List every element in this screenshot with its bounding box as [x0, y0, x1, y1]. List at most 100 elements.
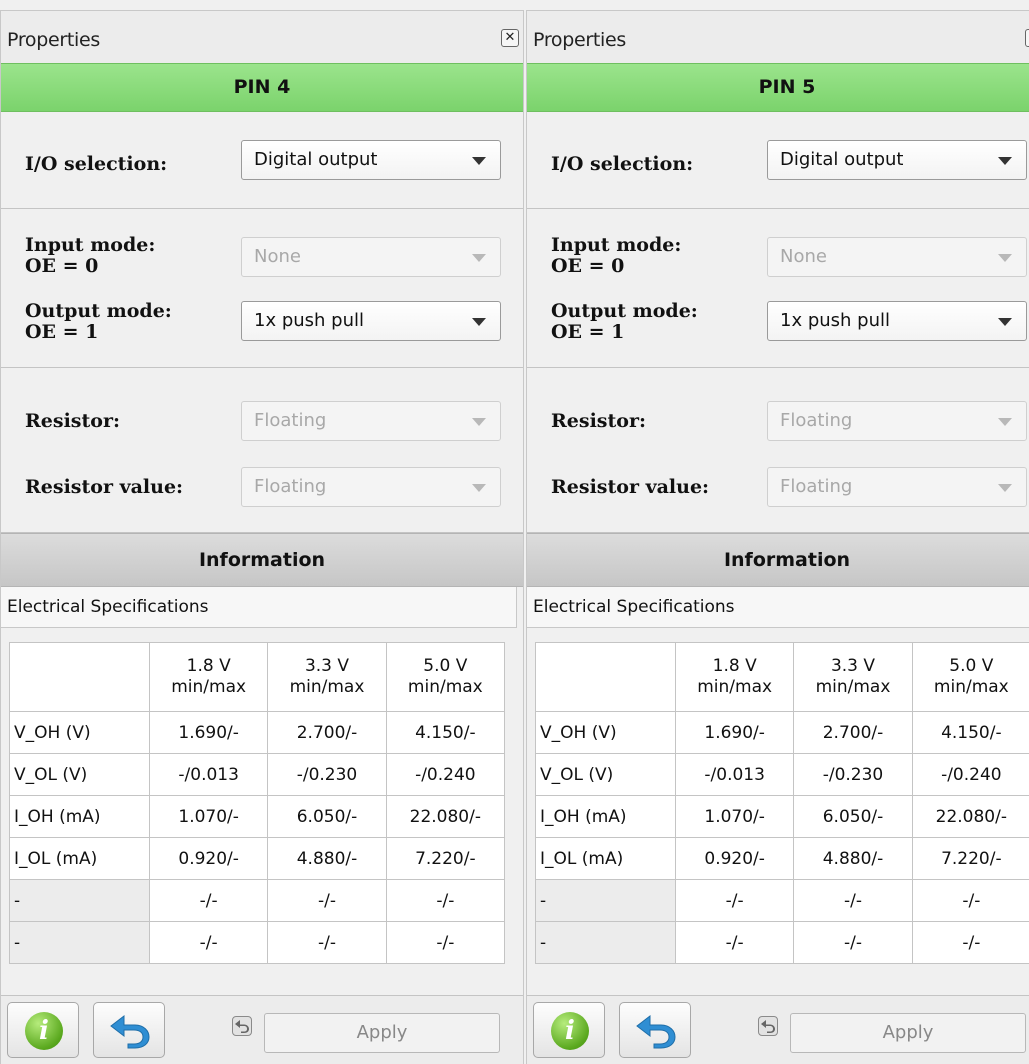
table-cell: 7.220/- — [385, 837, 506, 880]
information-header: Information — [1, 533, 523, 587]
row-label: I_OL (mA) — [9, 837, 150, 880]
input-mode-label-line1: Input mode: — [25, 234, 156, 256]
output-mode-label: Output mode: OE = 1 — [551, 301, 698, 343]
io-selection-value: Digital output — [254, 149, 378, 170]
input-mode-dropdown[interactable]: None — [241, 237, 501, 277]
table-row: V_OL (V) -/0.013 -/0.230 -/0.240 — [9, 753, 506, 796]
io-section: I/O selection: Digital output — [527, 112, 1029, 209]
column-header-voltage: 3.3 V — [830, 656, 876, 676]
chevron-down-icon — [472, 418, 486, 426]
info-button[interactable]: i — [533, 1002, 605, 1058]
output-mode-label-line2: OE = 1 — [551, 321, 625, 343]
column-header-voltage: 5.0 V — [949, 656, 994, 676]
row-label: I_OL (mA) — [535, 837, 676, 880]
column-header: 1.8 Vmin/max — [148, 642, 269, 712]
close-icon[interactable]: ✕ — [501, 29, 519, 47]
io-selection-label: I/O selection: — [25, 153, 168, 175]
io-selection-label: I/O selection: — [551, 153, 694, 175]
input-mode-label: Input mode: OE = 0 — [25, 235, 155, 277]
column-header-unit: min/max — [815, 677, 891, 697]
electrical-specifications-title: Electrical Specifications — [1, 587, 517, 628]
table-cell: 22.080/- — [911, 795, 1029, 838]
chevron-down-icon — [998, 157, 1012, 165]
table-header-row: 1.8 V min/max 3.3 Vmin/max 5.0 Vmin/max — [535, 642, 1029, 712]
row-label: V_OL (V) — [9, 753, 150, 796]
input-mode-value: None — [254, 246, 301, 267]
io-section: I/O selection: Digital output — [1, 112, 523, 209]
table-row: I_OH (mA) 1.070/- 6.050/- 22.080/- — [535, 795, 1029, 838]
table-cell: -/0.230 — [267, 753, 387, 796]
column-header-unit: min/max — [407, 677, 483, 697]
resistor-dropdown[interactable]: Floating — [767, 401, 1027, 441]
table-cell: -/- — [793, 879, 913, 922]
column-header: 3.3 Vmin/max — [267, 642, 387, 712]
resistor-dropdown-value: Floating — [780, 410, 853, 431]
resistor-section: Resistor: Floating Resistor value: Float… — [1, 368, 523, 533]
spec-table-area: 1.8 Vmin/max 3.3 Vmin/max 5.0 Vmin/max V… — [1, 628, 523, 973]
table-corner-cell — [9, 642, 150, 712]
output-mode-label-line2: OE = 1 — [25, 321, 99, 343]
chevron-down-icon — [998, 418, 1012, 426]
column-header-voltage: 1.8 V — [712, 656, 757, 676]
undo-button[interactable] — [619, 1002, 691, 1058]
revert-icon[interactable] — [232, 1016, 252, 1036]
information-header: Information — [527, 533, 1029, 587]
table-cell: -/0.240 — [385, 753, 506, 796]
resistor-dropdown[interactable]: Floating — [241, 401, 501, 441]
undo-icon — [110, 1014, 150, 1049]
chevron-down-icon — [998, 484, 1012, 492]
column-header-voltage: 3.3 V — [304, 656, 350, 676]
bottom-toolbar: i Apply — [1, 995, 523, 1064]
chevron-down-icon — [472, 318, 486, 326]
spec-table: 1.8 V min/max 3.3 Vmin/max 5.0 Vmin/max V… — [535, 642, 1029, 964]
resistor-section: Resistor: Floating Resistor value: Float… — [527, 368, 1029, 533]
output-mode-label: Output mode: OE = 1 — [25, 301, 172, 343]
info-button[interactable]: i — [7, 1002, 79, 1058]
column-header: 5.0 Vmin/max — [911, 642, 1029, 712]
electrical-specifications-title: Electrical Specifications — [527, 587, 1029, 628]
panel-title: Properties — [533, 29, 627, 51]
table-cell: -/- — [267, 879, 387, 922]
small-undo-icon — [761, 1020, 775, 1033]
table-row: - -/- -/- -/- — [535, 921, 1029, 964]
output-mode-dropdown[interactable]: 1x push pull — [767, 301, 1027, 341]
io-selection-dropdown[interactable]: Digital output — [241, 140, 501, 180]
io-selection-value: Digital output — [780, 149, 904, 170]
chevron-down-icon — [472, 157, 486, 165]
revert-icon[interactable] — [758, 1016, 778, 1036]
close-icon[interactable]: ✕ — [1025, 29, 1029, 47]
resistor-value-dropdown[interactable]: Floating — [241, 467, 501, 507]
chevron-down-icon — [472, 484, 486, 492]
resistor-value-dropdown[interactable]: Floating — [767, 467, 1027, 507]
row-label: - — [535, 879, 676, 922]
mode-section: Input mode: OE = 0 None Output mode: OE … — [527, 209, 1029, 368]
table-row: - -/- -/- -/- — [9, 879, 506, 922]
output-mode-value: 1x push pull — [254, 310, 365, 331]
undo-button[interactable] — [93, 1002, 165, 1058]
apply-button[interactable]: Apply — [264, 1013, 500, 1053]
table-cell: 6.050/- — [267, 795, 387, 838]
column-header: 3.3 Vmin/max — [793, 642, 913, 712]
pin-header: PIN 5 — [527, 63, 1029, 112]
input-mode-label-line2: OE = 0 — [551, 255, 625, 277]
column-header-unit: min/max — [171, 677, 247, 697]
properties-panel-pin-5: Properties ✕ PIN 5 I/O selection: Digita… — [526, 10, 1029, 1064]
io-selection-dropdown[interactable]: Digital output — [767, 140, 1027, 180]
input-mode-label-line2: OE = 0 — [25, 255, 99, 277]
spec-table: 1.8 Vmin/max 3.3 Vmin/max 5.0 Vmin/max V… — [9, 642, 506, 964]
output-mode-dropdown[interactable]: 1x push pull — [241, 301, 501, 341]
table-cell: -/- — [148, 879, 269, 922]
bottom-toolbar: i Apply — [527, 995, 1029, 1064]
apply-button[interactable]: Apply — [790, 1013, 1026, 1053]
input-mode-dropdown[interactable]: None — [767, 237, 1027, 277]
output-mode-value: 1x push pull — [780, 310, 891, 331]
table-cell: 4.880/- — [267, 837, 387, 880]
table-row: V_OL (V) -/0.013 -/0.230 -/0.240 — [535, 753, 1029, 796]
column-header-voltage: 5.0 V — [423, 656, 468, 676]
info-icon: i — [551, 1012, 589, 1050]
row-label: V_OH (V) — [9, 711, 150, 754]
table-cell: -/- — [911, 879, 1029, 922]
table-row: I_OL (mA) 0.920/- 4.880/- 7.220/- — [535, 837, 1029, 880]
table-cell: -/0.240 — [911, 753, 1029, 796]
resistor-value-dropdown-value: Floating — [254, 476, 327, 497]
